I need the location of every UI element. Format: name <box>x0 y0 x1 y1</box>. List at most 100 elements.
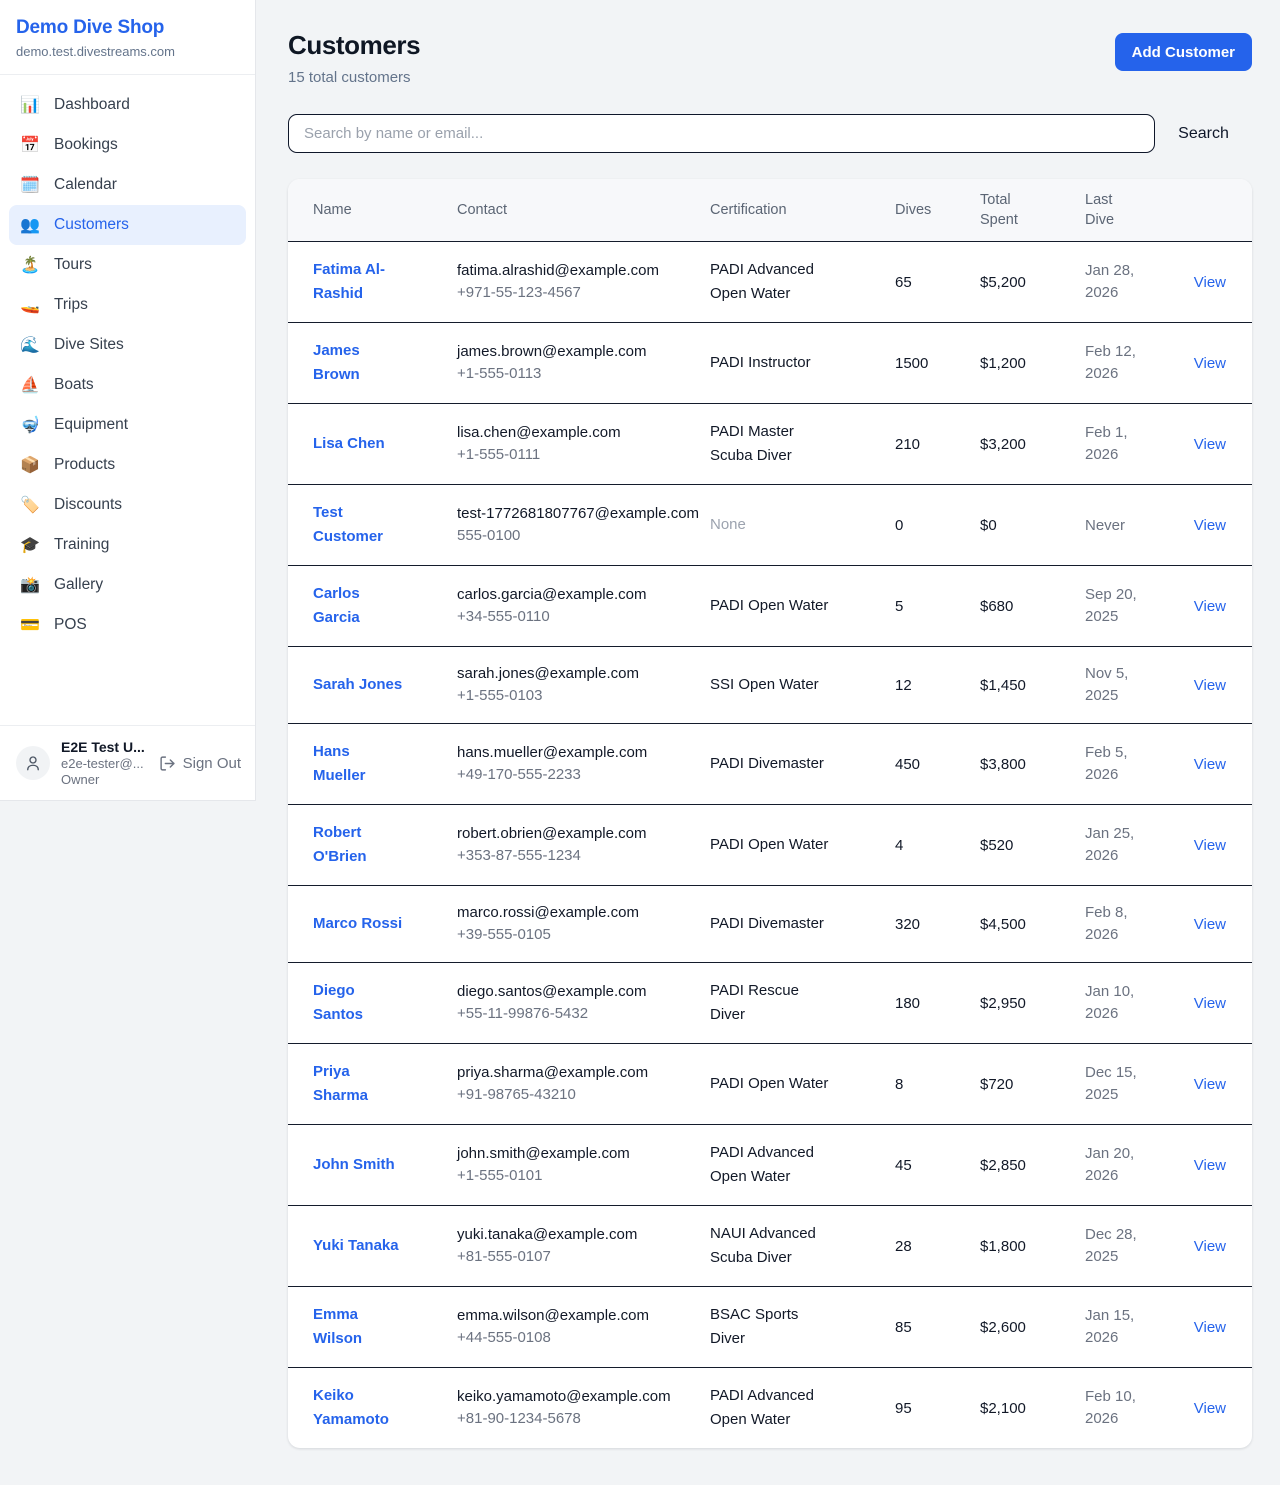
sidebar-item-training[interactable]: 🎓 Training <box>9 525 246 565</box>
view-link[interactable]: View <box>1194 274 1226 291</box>
view-link[interactable]: View <box>1194 756 1226 773</box>
sidebar-item-dashboard[interactable]: 📊 Dashboard <box>9 85 246 125</box>
customer-last-dive: Never <box>1085 515 1125 537</box>
view-link[interactable]: View <box>1194 995 1226 1012</box>
search-button[interactable]: Search <box>1155 124 1252 144</box>
customer-dives: 5 <box>880 566 965 647</box>
customer-dives: 45 <box>880 1125 965 1206</box>
view-link[interactable]: View <box>1194 1076 1226 1093</box>
customer-dives: 1500 <box>880 323 965 404</box>
page-title-block: Customers 15 total customers <box>288 30 420 86</box>
customer-phone: +971-55-123-4567 <box>457 282 702 304</box>
sidebar-nav: 📊 Dashboard 📅 Bookings 🗓️ Calendar 👥 Cus… <box>0 75 255 725</box>
customer-name-link[interactable]: Lisa Chen <box>313 432 385 456</box>
view-link[interactable]: View <box>1194 1319 1226 1336</box>
view-link[interactable]: View <box>1194 1238 1226 1255</box>
customer-total-spent: $1,450 <box>965 647 1070 724</box>
view-link[interactable]: View <box>1194 916 1226 933</box>
equipment-icon: 🤿 <box>19 415 41 435</box>
sidebar-item-equipment[interactable]: 🤿 Equipment <box>9 405 246 445</box>
customer-certification: PADI Advanced Open Water <box>710 1384 833 1432</box>
customer-phone: 555-0100 <box>457 525 702 547</box>
customer-total-spent: $3,800 <box>965 724 1070 805</box>
user-email: e2e-tester@... <box>61 756 148 771</box>
view-link[interactable]: View <box>1194 837 1226 854</box>
page-title: Customers <box>288 30 420 61</box>
gallery-icon: 📸 <box>19 575 41 595</box>
customer-dives: 95 <box>880 1368 965 1449</box>
customer-name-link[interactable]: Emma Wilson <box>313 1303 404 1351</box>
sidebar-item-gallery[interactable]: 📸 Gallery <box>9 565 246 605</box>
search-input[interactable] <box>288 114 1155 153</box>
customer-dives: 4 <box>880 805 965 886</box>
search-bar: Search <box>288 114 1252 153</box>
sidebar-item-tours[interactable]: 🏝️ Tours <box>9 245 246 285</box>
view-link[interactable]: View <box>1194 355 1226 372</box>
table-row: Yuki Tanaka yuki.tanaka@example.com +81-… <box>288 1206 1252 1287</box>
customer-name-link[interactable]: Carlos Garcia <box>313 582 404 630</box>
customer-email: test-1772681807767@example.com <box>457 503 702 525</box>
sidebar-item-customers[interactable]: 👥 Customers <box>9 205 246 245</box>
sidebar-item-label: Calendar <box>54 176 117 194</box>
customer-certification: PADI Rescue Diver <box>710 979 833 1027</box>
customer-name-link[interactable]: Diego Santos <box>313 979 404 1027</box>
customer-name-link[interactable]: Hans Mueller <box>313 740 404 788</box>
view-link[interactable]: View <box>1194 1157 1226 1174</box>
bookings-icon: 📅 <box>19 135 41 155</box>
customer-name-link[interactable]: Keiko Yamamoto <box>313 1384 404 1432</box>
view-link[interactable]: View <box>1194 1400 1226 1417</box>
customer-name-link[interactable]: Fatima Al-Rashid <box>313 258 404 306</box>
training-icon: 🎓 <box>19 535 41 555</box>
tours-icon: 🏝️ <box>19 255 41 275</box>
customer-total-spent: $1,800 <box>965 1206 1070 1287</box>
sidebar-item-products[interactable]: 📦 Products <box>9 445 246 485</box>
sidebar-item-label: POS <box>54 616 87 634</box>
view-link[interactable]: View <box>1194 598 1226 615</box>
customer-email: keiko.yamamoto@example.com <box>457 1386 702 1408</box>
sidebar-item-label: Dashboard <box>54 96 130 114</box>
customer-phone: +39-555-0105 <box>457 924 702 946</box>
add-customer-button[interactable]: Add Customer <box>1115 33 1252 71</box>
customer-name-link[interactable]: James Brown <box>313 339 404 387</box>
customer-email: robert.obrien@example.com <box>457 823 702 845</box>
dashboard-icon: 📊 <box>19 95 41 115</box>
customer-name-link[interactable]: Sarah Jones <box>313 673 402 697</box>
sidebar-item-boats[interactable]: ⛵ Boats <box>9 365 246 405</box>
customer-last-dive: Jan 15, 2026 <box>1085 1305 1139 1349</box>
sidebar-item-discounts[interactable]: 🏷️ Discounts <box>9 485 246 525</box>
customer-name-link[interactable]: John Smith <box>313 1153 395 1177</box>
sidebar-item-label: Tours <box>54 256 92 274</box>
customer-phone: +1-555-0111 <box>457 444 702 466</box>
view-link[interactable]: View <box>1194 436 1226 453</box>
customer-total-spent: $1,200 <box>965 323 1070 404</box>
customer-dives: 65 <box>880 242 965 323</box>
view-link[interactable]: View <box>1194 517 1226 534</box>
view-link[interactable]: View <box>1194 677 1226 694</box>
customer-name-link[interactable]: Test Customer <box>313 501 404 549</box>
customer-name-link[interactable]: Robert O'Brien <box>313 821 404 869</box>
customer-phone: +34-555-0110 <box>457 606 702 628</box>
customer-phone: +1-555-0103 <box>457 685 702 707</box>
table-row: Sarah Jones sarah.jones@example.com +1-5… <box>288 647 1252 724</box>
pos-icon: 💳 <box>19 615 41 635</box>
customer-total-spent: $720 <box>965 1044 1070 1125</box>
sidebar-item-dive-sites[interactable]: 🌊 Dive Sites <box>9 325 246 365</box>
customer-name-link[interactable]: Marco Rossi <box>313 912 402 936</box>
customer-total-spent: $680 <box>965 566 1070 647</box>
column-header-name: Name <box>288 179 445 242</box>
sidebar-item-label: Products <box>54 456 115 474</box>
sidebar-item-pos[interactable]: 💳 POS <box>9 605 246 645</box>
sidebar-item-label: Equipment <box>54 416 128 434</box>
customer-name-link[interactable]: Yuki Tanaka <box>313 1234 399 1258</box>
sidebar-item-trips[interactable]: 🚤 Trips <box>9 285 246 325</box>
customer-name-link[interactable]: Priya Sharma <box>313 1060 404 1108</box>
sidebar-item-bookings[interactable]: 📅 Bookings <box>9 125 246 165</box>
customer-dives: 0 <box>880 485 965 566</box>
sign-out-button[interactable]: Sign Out <box>159 755 241 772</box>
sidebar-item-label: Dive Sites <box>54 336 124 354</box>
customer-certification: PADI Open Water <box>710 594 828 618</box>
sidebar-item-calendar[interactable]: 🗓️ Calendar <box>9 165 246 205</box>
customer-count: 15 total customers <box>288 69 420 86</box>
customer-email: diego.santos@example.com <box>457 981 702 1003</box>
customer-total-spent: $2,600 <box>965 1287 1070 1368</box>
